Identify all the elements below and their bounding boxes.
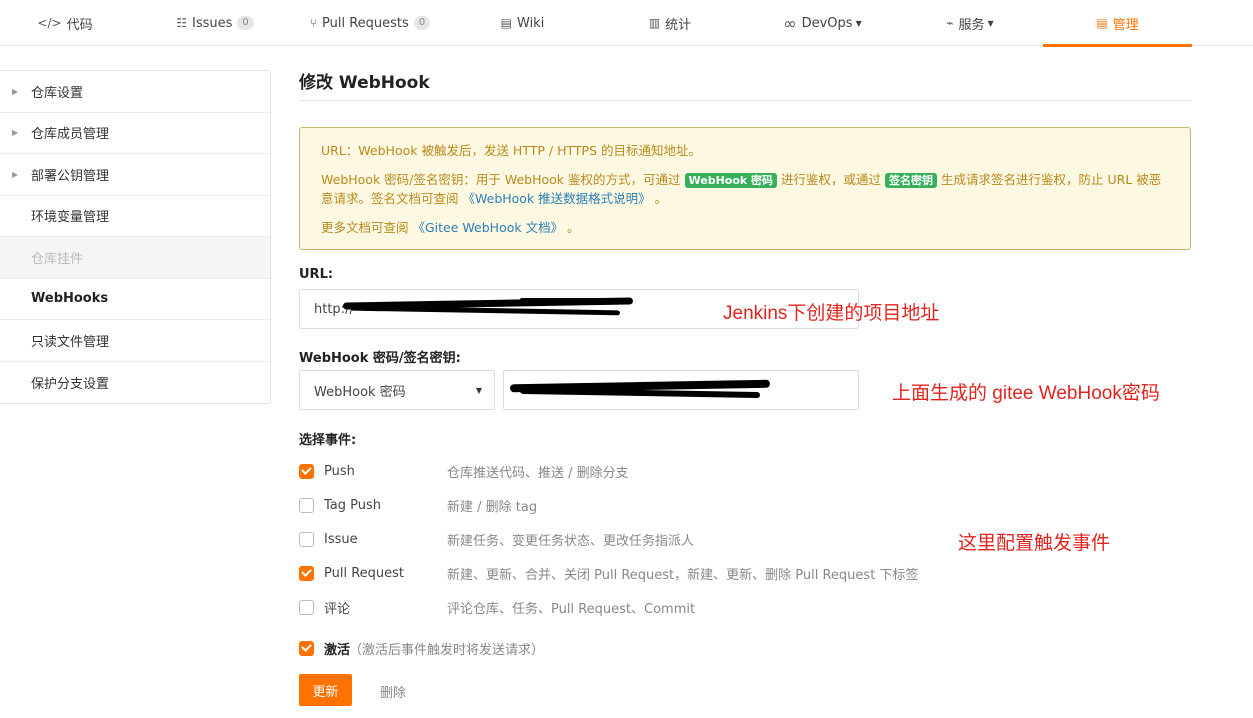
caret-right-icon: ▶ (12, 169, 19, 179)
event-name: Tag Push (324, 497, 382, 513)
sidebar-item-protected-branches[interactable]: 保护分支设置 (0, 362, 270, 404)
issues-icon: ☷ (176, 16, 187, 30)
pull-request-icon: ⑂ (309, 16, 318, 30)
events-label: 选择事件: (299, 433, 357, 448)
tab-label: 统计 (665, 17, 692, 33)
sidebar-item-readonly-files[interactable]: 只读文件管理 (0, 320, 270, 362)
sidebar-item-label: 只读文件管理 (31, 334, 110, 350)
infinity-icon: ∞ (783, 13, 797, 33)
settings-sidebar: ▶ 仓库设置 ▶ 仓库成员管理 ▶ 部署公钥管理 环境变量管理 仓库挂件 Web… (0, 70, 271, 404)
event-comment: 评论 评论仓库、任务、Pull Request、Commit (299, 597, 695, 617)
caret-down-icon: ▼ (475, 385, 482, 395)
repo-tab-bar: </> 代码 ☷ Issues 0 ⑂ Pull Requests 0 ▤ Wi… (0, 0, 1253, 47)
sidebar-item-repo-settings[interactable]: ▶ 仓库设置 (0, 71, 270, 113)
event-tag-push-checkbox[interactable] (299, 497, 314, 513)
tab-code[interactable]: </> 代码 (20, 0, 110, 46)
wiki-icon: ▤ (500, 16, 512, 30)
event-desc: 新建任务、变更任务状态、更改任务指派人 (447, 533, 695, 549)
tab-wiki[interactable]: ▤ Wiki (480, 0, 565, 46)
event-tag-push: Tag Push 新建 / 删除 tag (299, 495, 537, 515)
event-pull-request-checkbox[interactable] (299, 565, 314, 581)
event-desc: 评论仓库、任务、Pull Request、Commit (447, 601, 696, 617)
activate-hint: （激活后事件触发时将发送请求） (349, 642, 545, 658)
tab-pull-requests[interactable]: ⑂ Pull Requests 0 (300, 0, 440, 46)
pulse-icon: ⌁ (946, 16, 954, 30)
tab-label: Wiki (517, 15, 545, 31)
event-name: 评论 (324, 601, 351, 617)
secret-type-select[interactable]: WebHook 密码 ▼ (299, 370, 495, 410)
caret-down-icon: ▼ (855, 18, 862, 28)
push-format-doc-link[interactable]: 《WebHook 推送数据格式说明》 (463, 191, 651, 206)
caret-right-icon: ▶ (12, 128, 19, 138)
sidebar-item-label: 仓库挂件 (31, 251, 84, 267)
delete-button[interactable]: 删除 (380, 682, 406, 701)
redaction-scribble (520, 298, 630, 302)
sidebar-item-widgets: 仓库挂件 (0, 237, 270, 279)
notice-text: 。 (567, 220, 580, 235)
event-push-checkbox[interactable] (299, 463, 314, 479)
notice-text: WebHook 密码/签名密钥：用于 WebHook 鉴权的方式，可通过 (321, 172, 681, 187)
annotation-secret: 上面生成的 gitee WebHook密码 (892, 383, 1160, 404)
tab-stats[interactable]: ▥ 统计 (630, 0, 710, 46)
tab-manage[interactable]: ▤ 管理 (1043, 0, 1192, 47)
event-desc: 仓库推送代码、推送 / 删除分支 (447, 465, 629, 481)
notice-url-text: URL：WebHook 被触发后，发送 HTTP / HTTPS 的目标通知地址… (321, 143, 701, 158)
caret-down-icon: ▼ (987, 18, 994, 28)
tab-services[interactable]: ⌁ 服务 ▼ (925, 0, 1015, 46)
pull-requests-count-badge: 0 (413, 16, 431, 30)
sidebar-item-members[interactable]: ▶ 仓库成员管理 (0, 113, 270, 154)
event-name: Pull Request (324, 565, 405, 581)
sidebar-item-label: 保护分支设置 (31, 376, 110, 392)
tab-label: Issues (192, 15, 233, 31)
event-push: Push 仓库推送代码、推送 / 删除分支 (299, 461, 629, 481)
caret-right-icon: ▶ (12, 86, 19, 96)
event-desc: 新建、更新、合并、关闭 Pull Request，新建、更新、删除 Pull R… (447, 567, 919, 583)
event-desc: 新建 / 删除 tag (447, 499, 538, 515)
webhook-docs-link[interactable]: 《Gitee WebHook 文档》 (413, 220, 564, 235)
event-name: Push (324, 463, 355, 479)
tab-label: DevOps (801, 15, 853, 31)
event-issue-checkbox[interactable] (299, 531, 314, 547)
notice-secret-text: WebHook 密码/签名密钥：用于 WebHook 鉴权的方式，可通过 Web… (321, 170, 1169, 208)
event-pull-request: Pull Request 新建、更新、合并、关闭 Pull Request，新建… (299, 563, 918, 583)
sidebar-item-webhooks[interactable]: WebHooks (0, 279, 270, 320)
sidebar-item-env-vars[interactable]: 环境变量管理 (0, 196, 270, 237)
annotation-events: 这里配置触发事件 (958, 533, 1111, 554)
activate-option: 激活 （激活后事件触发时将发送请求） (299, 638, 544, 658)
webhook-password-pill: WebHook 密码 (684, 173, 778, 188)
sidebar-item-label: 仓库成员管理 (31, 127, 110, 143)
event-name: Issue (324, 531, 358, 547)
notice-text: 进行鉴权，或通过 (781, 172, 882, 187)
issues-count-badge: 0 (237, 16, 254, 30)
tab-label: 服务 (958, 17, 985, 33)
notice-text: 。 (654, 191, 668, 206)
url-label: URL: (299, 267, 334, 282)
tab-issues[interactable]: ☷ Issues 0 (160, 0, 270, 46)
tab-label: Pull Requests (322, 15, 409, 31)
secret-label: WebHook 密码/签名密钥: (299, 351, 461, 366)
webhook-edit-panel: 修改 WebHook URL：WebHook 被触发后，发送 HTTP / HT… (299, 68, 1192, 250)
webhook-notice: URL：WebHook 被触发后，发送 HTTP / HTTPS 的目标通知地址… (299, 127, 1191, 250)
manage-icon: ▤ (1096, 16, 1108, 30)
notice-docs-text: 更多文档可查阅 《Gitee WebHook 文档》 。 (321, 218, 1169, 237)
sidebar-item-deploy-keys[interactable]: ▶ 部署公钥管理 (0, 154, 270, 196)
code-icon: </> (37, 16, 62, 30)
tab-label: 代码 (66, 17, 93, 33)
tab-devops[interactable]: ∞ DevOps ▼ (765, 0, 880, 46)
sidebar-item-label: WebHooks (31, 291, 109, 307)
event-issue: Issue 新建任务、变更任务状态、更改任务指派人 (299, 529, 694, 549)
update-button[interactable]: 更新 (299, 674, 352, 706)
event-comment-checkbox[interactable] (299, 599, 314, 615)
tab-label: 管理 (1112, 17, 1139, 33)
stats-icon: ▥ (648, 16, 661, 30)
notice-text: 更多文档可查阅 (321, 220, 409, 235)
sidebar-item-label: 仓库设置 (31, 85, 84, 101)
sidebar-item-label: 部署公钥管理 (31, 168, 110, 184)
sidebar-item-label: 环境变量管理 (31, 210, 110, 226)
signature-key-pill: 签名密钥 (885, 173, 938, 188)
activate-checkbox[interactable] (299, 640, 314, 656)
secret-type-value: WebHook 密码 (314, 384, 406, 400)
annotation-url: Jenkins下创建的项目地址 (723, 303, 940, 324)
page-title: 修改 WebHook (299, 68, 1192, 101)
